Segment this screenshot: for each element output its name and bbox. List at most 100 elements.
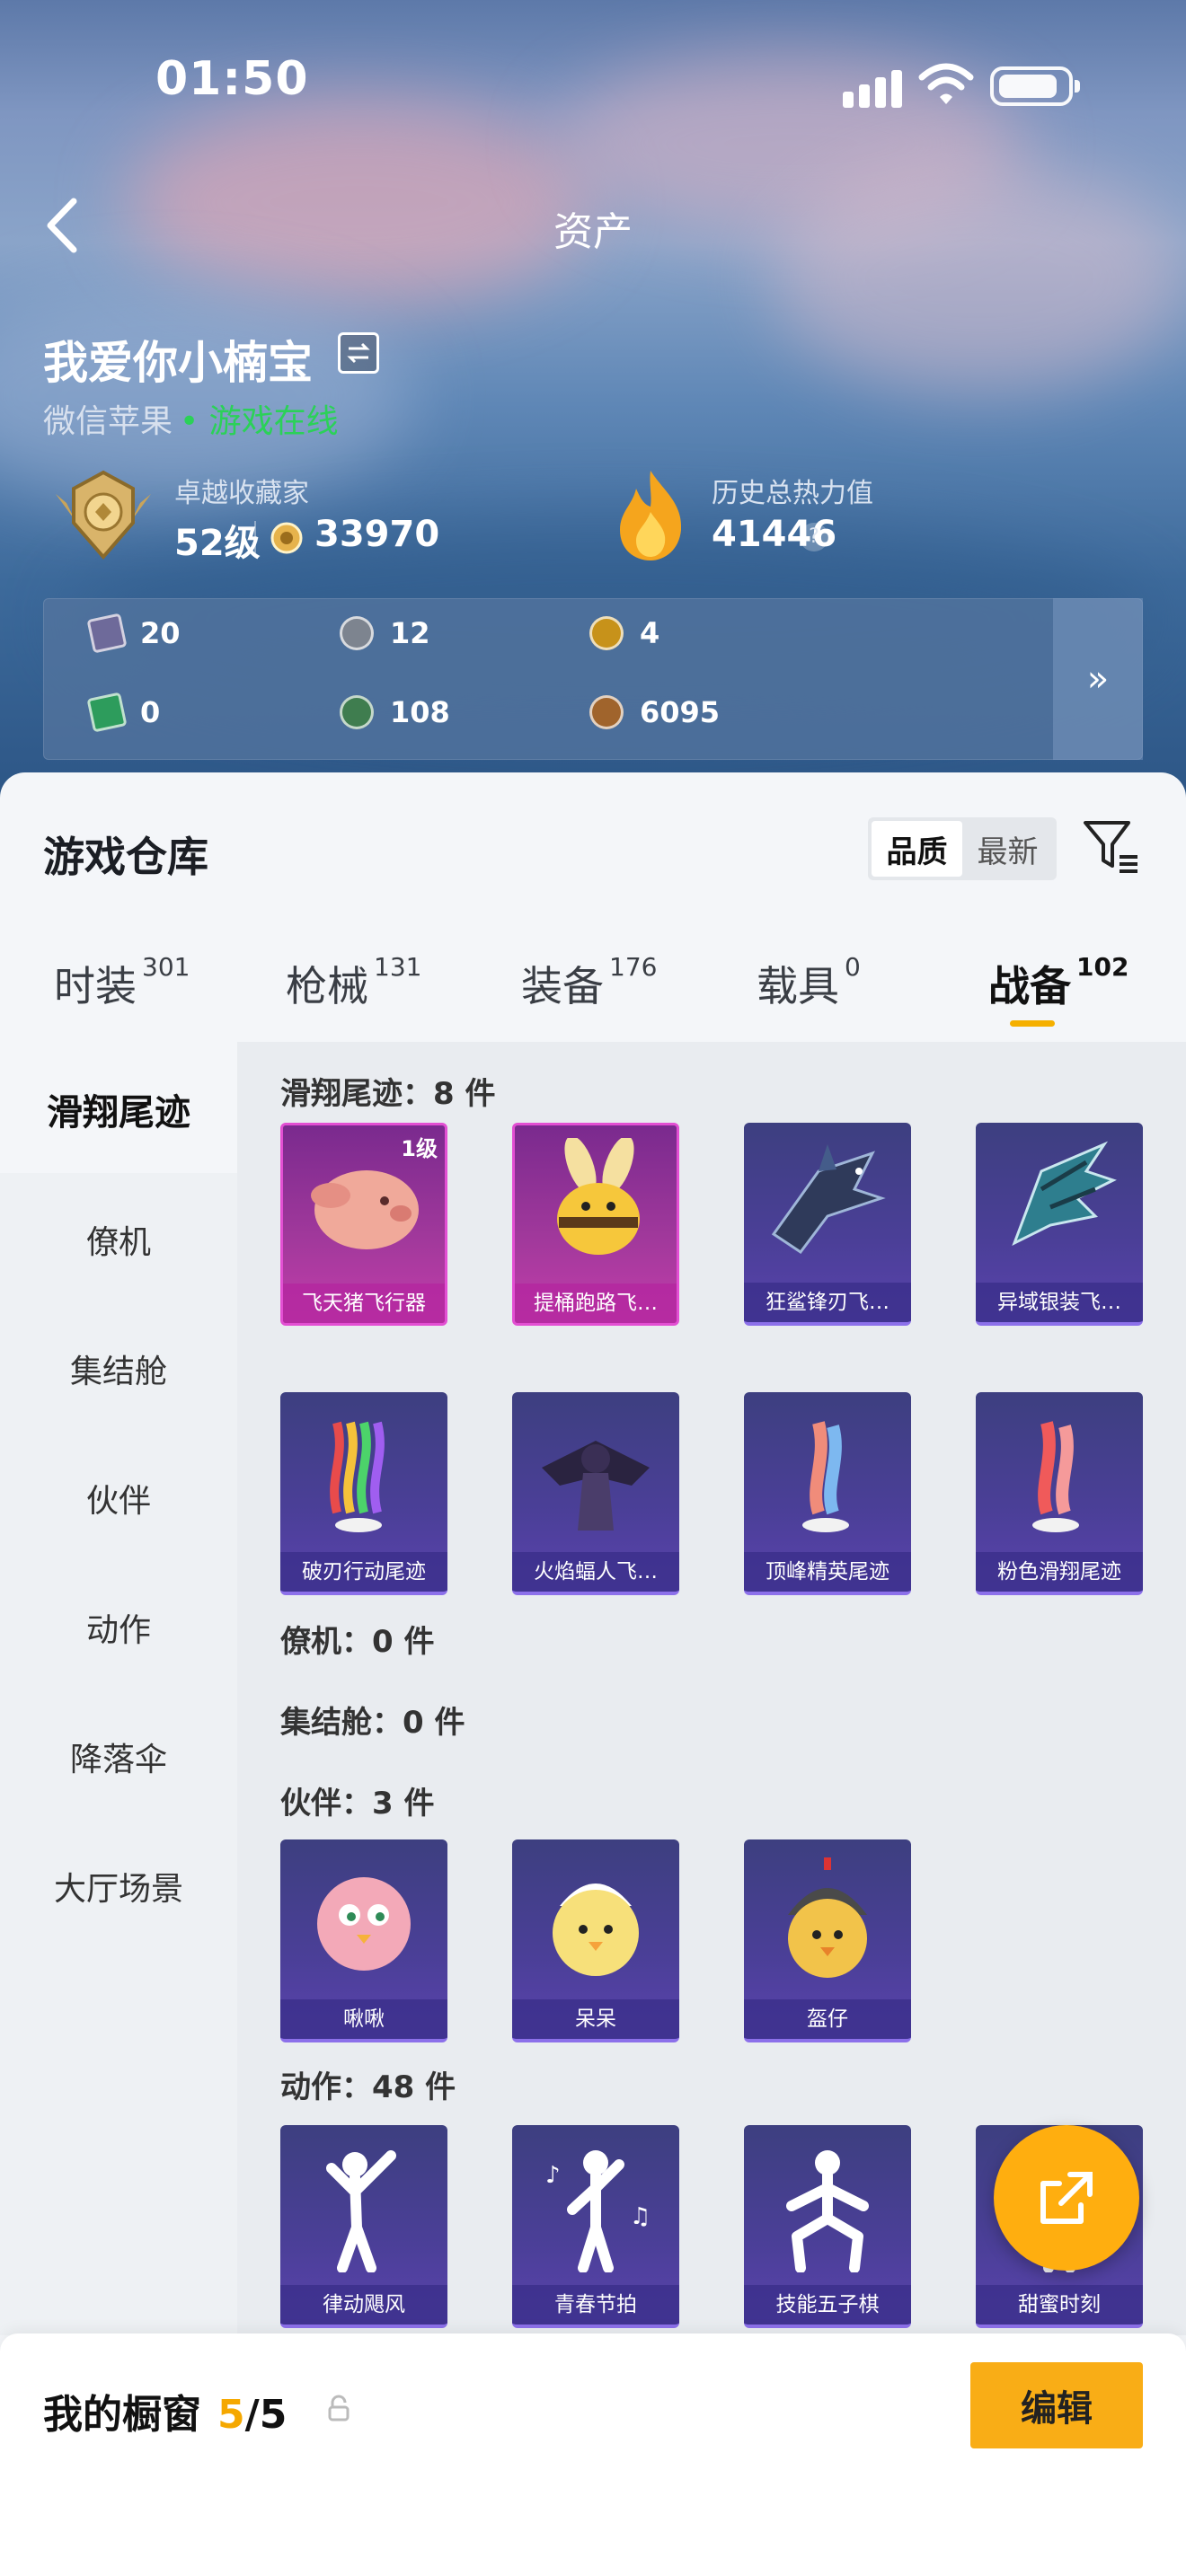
green-orb-icon — [340, 695, 374, 729]
collector-medal-icon — [56, 470, 151, 560]
squat-pose-icon — [786, 2150, 869, 2272]
item-card[interactable]: 啾啾 — [280, 1839, 447, 2042]
item-name: 啾啾 — [280, 1999, 447, 2039]
sort-latest-button[interactable]: 最新 — [962, 821, 1053, 877]
wing-icon — [1012, 1141, 1117, 1247]
resource-more-button[interactable]: » — [1053, 598, 1143, 760]
tab-label: 载具 — [757, 962, 839, 1010]
resource-value: 20 — [140, 616, 181, 650]
sidebar-item[interactable]: 动作 — [0, 1604, 237, 1651]
sidebar-item[interactable]: 大厅场景 — [0, 1863, 237, 1910]
sidebar-item[interactable]: 伙伴 — [0, 1475, 237, 1522]
tab-count: 102 — [1076, 951, 1129, 982]
green-card-icon — [86, 692, 128, 733]
item-card[interactable]: 技能五子棋 — [744, 2125, 911, 2328]
wifi-icon — [918, 63, 974, 104]
item-name: 飞天猪飞行器 — [283, 1284, 445, 1323]
tab-4[interactable]: 战备 102 — [988, 951, 1129, 1013]
item-name: 律动飓风 — [280, 2285, 447, 2325]
item-name: 狂鲨锋刃飞… — [744, 1283, 911, 1322]
online-status: • 游戏在线 — [180, 403, 339, 440]
tab-2[interactable]: 装备 176 — [521, 951, 658, 1013]
item-card[interactable]: 提桶跑路飞… — [512, 1123, 679, 1326]
status-time: 01:50 — [155, 52, 309, 106]
item-name: 技能五子棋 — [744, 2285, 911, 2325]
sidebar-item[interactable]: 滑翔尾迹 — [0, 1083, 237, 1135]
purple-card-icon — [86, 613, 128, 654]
item-card[interactable]: 律动飓风 — [280, 2125, 447, 2328]
item-name: 粉色滑翔尾迹 — [976, 1552, 1143, 1592]
section-title: 伙伴：3 件 — [280, 1786, 435, 1822]
item-card[interactable]: 顶峰精英尾迹 — [744, 1392, 911, 1595]
section-title: 僚机：0 件 — [280, 1624, 435, 1660]
item-card[interactable]: 狂鲨锋刃飞… — [744, 1123, 911, 1326]
collector-label: 卓越收藏家 — [174, 478, 309, 509]
item-name: 破刃行动尾迹 — [280, 1552, 447, 1592]
page-title: 资产 — [553, 209, 633, 255]
music-pose-icon: ♪♫ — [545, 2150, 651, 2272]
sort-quality-button[interactable]: 品质 — [872, 821, 962, 877]
tab-count: 301 — [142, 951, 190, 982]
tab-count: 176 — [609, 951, 658, 982]
sidebar-item[interactable]: 降落伞 — [0, 1734, 237, 1780]
resource-item: 0 — [86, 692, 160, 733]
item-card[interactable]: 1级 飞天猪飞行器 — [280, 1123, 447, 1326]
lock-icon — [328, 2395, 350, 2422]
collector-level: 52级 — [174, 523, 261, 564]
switch-account-icon[interactable] — [338, 332, 379, 374]
heat-label: 历史总热力值 — [712, 478, 873, 509]
resource-value: 6095 — [640, 695, 721, 729]
resource-item: 4 — [589, 616, 659, 650]
resource-item: 108 — [340, 695, 450, 729]
item-card[interactable]: 异域银装飞… — [976, 1123, 1143, 1326]
helmet-chick-icon — [788, 1857, 867, 1978]
section-title: 集结舱：0 件 — [280, 1705, 465, 1741]
item-name: 提桶跑路飞… — [515, 1284, 677, 1323]
help-icon[interactable]: ? — [800, 523, 828, 551]
resource-value: 108 — [390, 695, 450, 729]
tab-0[interactable]: 时装 301 — [54, 951, 190, 1013]
item-name: 甜蜜时刻 — [976, 2285, 1143, 2325]
tab-3[interactable]: 载具 0 — [757, 951, 861, 1013]
shark-icon — [771, 1144, 886, 1255]
gold-coin-icon — [589, 616, 624, 650]
collection-points-icon — [270, 522, 303, 554]
item-card[interactable]: ♪ ♫ 青春节拍 — [512, 2125, 679, 2328]
rainbow-trail-icon — [330, 1421, 385, 1532]
flame-icon — [620, 471, 682, 560]
item-card[interactable]: 粉色滑翔尾迹 — [976, 1392, 1143, 1595]
external-link-icon — [1040, 2172, 1093, 2224]
dance-pose-icon — [326, 2150, 396, 2272]
item-name: 青春节拍 — [512, 2285, 679, 2325]
item-name: 异域银装飞… — [976, 1283, 1143, 1322]
sidebar-item[interactable]: 僚机 — [0, 1216, 237, 1263]
svg-text:♫: ♫ — [630, 2203, 651, 2230]
bee-icon — [557, 1138, 640, 1255]
batman-icon — [542, 1441, 650, 1531]
svg-text:♪: ♪ — [545, 2162, 561, 2189]
showcase-count: 5 — [217, 2392, 245, 2438]
tab-label: 时装 — [54, 962, 137, 1010]
tab-1[interactable]: 枪械 131 — [286, 952, 421, 1013]
item-name: 呆呆 — [512, 1999, 679, 2039]
item-card[interactable]: 盔仔 — [744, 1839, 911, 2042]
resource-item: 12 — [340, 616, 430, 650]
sidebar-item[interactable]: 集结舱 — [0, 1345, 237, 1392]
item-card[interactable]: 破刃行动尾迹 — [280, 1392, 447, 1595]
share-button[interactable] — [994, 2125, 1139, 2271]
blue-trail-icon — [802, 1421, 849, 1532]
item-card[interactable]: 火焰蝠人飞… — [512, 1392, 679, 1595]
signal-icon — [839, 66, 911, 108]
bronze-coin-icon — [589, 695, 624, 729]
battery-icon — [990, 66, 1080, 106]
item-card[interactable]: 呆呆 — [512, 1839, 679, 2042]
section-title: 滑翔尾迹：8 件 — [280, 1076, 496, 1112]
edit-button[interactable]: 编辑 — [970, 2362, 1143, 2448]
tab-label: 装备 — [521, 962, 604, 1010]
tab-count: 0 — [845, 951, 861, 982]
active-tab-indicator — [1010, 1020, 1055, 1027]
tab-label: 枪械 — [286, 962, 368, 1010]
resource-value: 12 — [390, 616, 430, 650]
filter-icon[interactable] — [1082, 816, 1141, 878]
gray-coin-icon — [340, 616, 374, 650]
